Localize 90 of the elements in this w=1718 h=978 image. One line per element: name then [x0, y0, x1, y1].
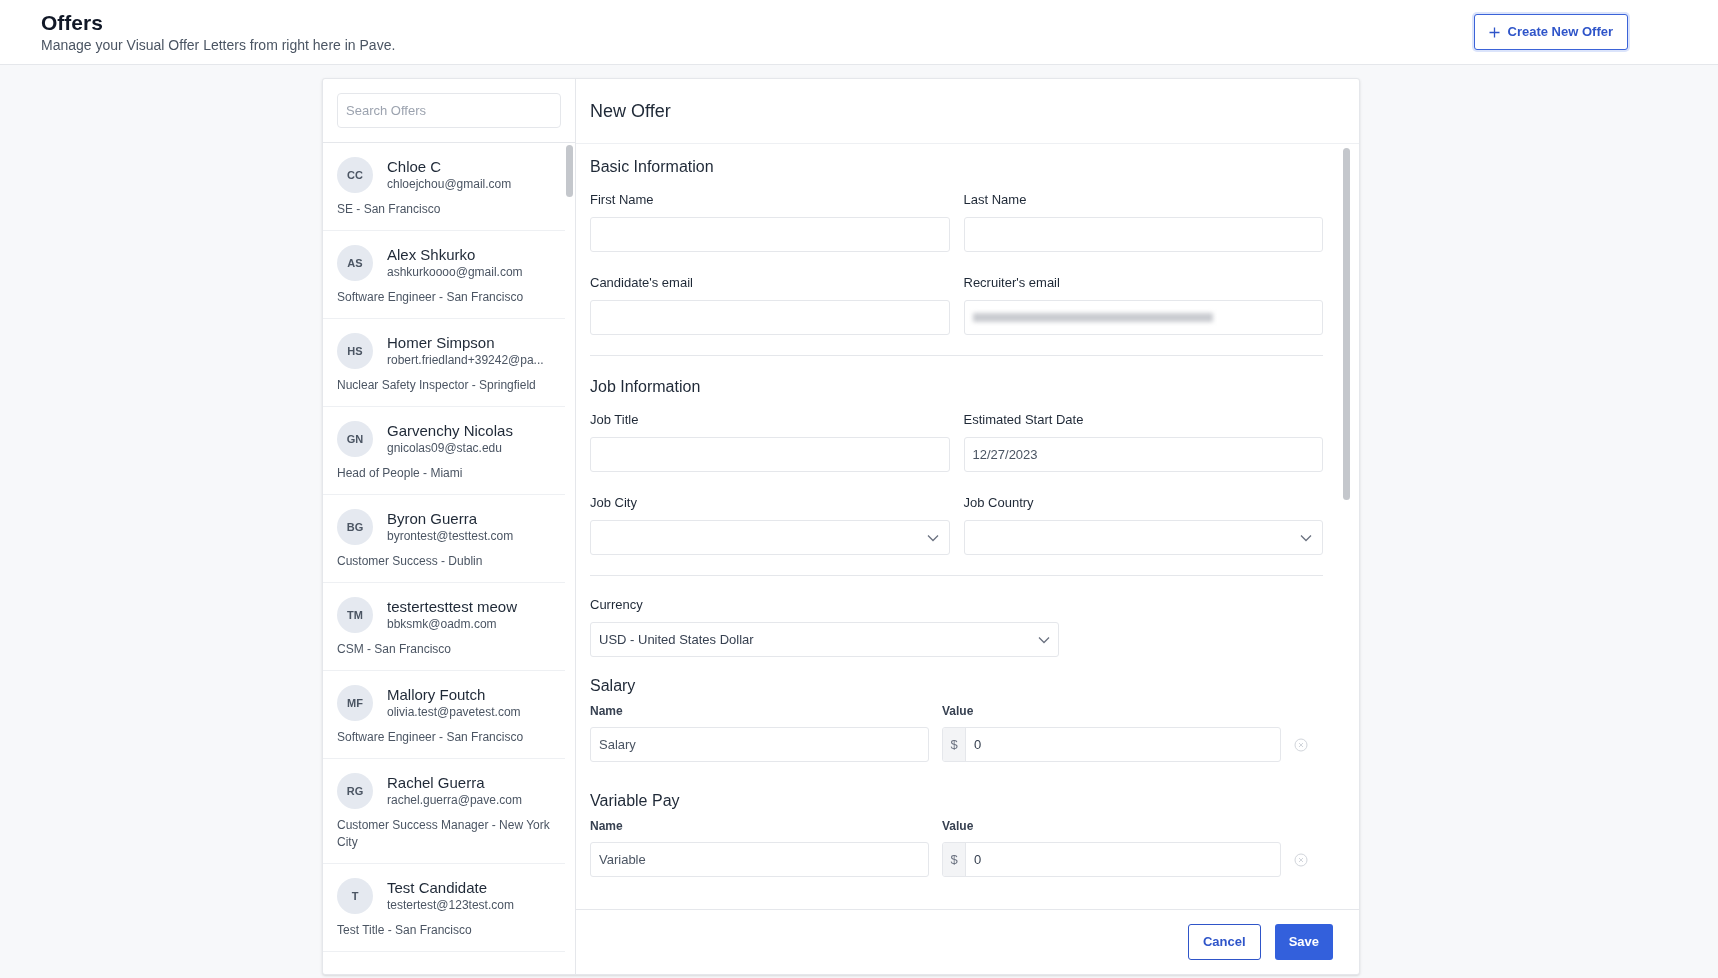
candidate-email: ashkurkoooo@gmail.com: [387, 263, 523, 281]
amount-field[interactable]: $ 0: [942, 842, 1281, 877]
candidate-role: Software Engineer - San Francisco: [337, 729, 525, 746]
field-label: Last Name: [963, 191, 1028, 209]
cancel-button[interactable]: Cancel: [1188, 924, 1261, 960]
avatar: T: [337, 878, 373, 914]
input-field[interactable]: [963, 217, 1323, 252]
input-field[interactable]: Variable: [590, 842, 929, 877]
candidate-name: Alex Shkurko: [387, 245, 477, 264]
field-label: Job City: [590, 494, 638, 512]
avatar: TM: [337, 597, 373, 633]
search-field[interactable]: Search Offers: [337, 93, 561, 128]
candidate-role: Nuclear Safety Inspector - Springfield: [337, 377, 537, 394]
avatar: BG: [337, 509, 373, 545]
input-field[interactable]: [590, 437, 950, 472]
offer-list-item[interactable]: TM testertesttest meow bbksmk@oadm.com CSM - San Francisco: [323, 583, 565, 671]
section-heading: Basic Information: [590, 157, 715, 177]
save-button[interactable]: Save: [1274, 924, 1333, 960]
candidate-role: Customer Success - Dublin: [337, 553, 484, 570]
candidate-email: testertest@123test.com: [387, 896, 514, 914]
candidate-name: Rachel Guerra: [387, 773, 486, 792]
field-label: Candidate's email: [590, 274, 694, 292]
offer-list-item[interactable]: CC Chloe C chloejchou@gmail.com SE - San Francisco: [323, 143, 565, 231]
amount-field[interactable]: $ 0: [942, 727, 1281, 762]
candidate-role: CSM - San Francisco: [337, 641, 453, 658]
field-label: Name: [590, 818, 624, 834]
candidate-email: robert.friedland+39242@pa...: [387, 351, 544, 369]
candidate-role: Head of People - Miami: [337, 465, 464, 482]
candidate-name: Test Candidate: [387, 878, 489, 897]
candidate-email: gnicolas09@stac.edu: [387, 439, 503, 457]
offer-list-item[interactable]: BG Byron Guerra byrontest@testtest.com Customer Success - Dublin: [323, 495, 565, 583]
section-heading: Job Information: [590, 377, 702, 397]
offer-list-item[interactable]: MF Mallory Foutch olivia.test@pavetest.com Software Engineer - San Francisco: [323, 671, 565, 759]
candidate-name: Mallory Foutch: [387, 685, 487, 704]
avatar: CC: [337, 157, 373, 193]
candidate-role: Customer Success Manager - New York City: [337, 817, 551, 851]
avatar: HS: [337, 333, 373, 369]
avatar: MF: [337, 685, 373, 721]
remove-icon[interactable]: [1294, 852, 1308, 867]
field-label: Job Title: [590, 411, 640, 429]
field-label: Recruiter's email: [963, 274, 1061, 292]
field-label: Job Country: [963, 494, 1035, 512]
offer-list-item[interactable]: HS Homer Simpson robert.friedland+39242@pa... Nuclear Safety Inspector - Springfield: [323, 319, 565, 407]
chevron-down-icon: [1038, 635, 1050, 644]
candidate-role: Test Title - San Francisco: [337, 922, 473, 939]
candidate-name: Byron Guerra: [387, 509, 479, 528]
candidate-name: testertesttest meow: [387, 597, 518, 616]
scrollbar-thumb[interactable]: [566, 145, 573, 197]
avatar: GN: [337, 421, 373, 457]
offer-list-item[interactable]: T Test Candidate testertest@123test.com Test Title - San Francisco: [323, 864, 565, 952]
avatar: AS: [337, 245, 373, 281]
page-title: Offers: [41, 10, 104, 36]
dropdown[interactable]: [963, 520, 1323, 555]
offer-list-item[interactable]: AS Alex Shkurko ashkurkoooo@gmail.com Software Engineer - San Francisco: [323, 231, 565, 319]
field-label: Value: [942, 818, 975, 834]
candidate-role: SE - San Francisco: [337, 201, 442, 218]
candidate-name: Homer Simpson: [387, 333, 496, 352]
offer-list-item[interactable]: GN Garvenchy Nicolas gnicolas09@stac.edu Head of People - Miami: [323, 407, 565, 495]
chevron-down-icon: [926, 533, 939, 542]
field-label: Name: [590, 703, 624, 719]
chevron-down-icon: [1300, 533, 1312, 542]
section-heading: Salary: [590, 676, 637, 696]
section-heading: Variable Pay: [590, 791, 681, 811]
candidate-email: chloejchou@gmail.com: [387, 175, 512, 193]
candidate-email: bbksmk@oadm.com: [387, 615, 498, 633]
candidate-email: byrontest@testtest.com: [387, 527, 514, 545]
candidate-name: Chloe C: [387, 157, 443, 176]
input-field[interactable]: [590, 217, 950, 252]
currency-dropdown[interactable]: USD - United States Dollar: [590, 622, 1059, 657]
input-field[interactable]: 12/27/2023: [963, 437, 1323, 472]
candidate-email: olivia.test@pavetest.com: [387, 703, 521, 721]
field-label: Estimated Start Date: [963, 411, 1085, 429]
dropdown[interactable]: [590, 520, 950, 555]
field-label: Value: [942, 703, 975, 719]
form-title: New Offer: [590, 99, 671, 123]
field-label: First Name: [590, 191, 655, 209]
create-offer-button[interactable]: Create New Offer: [1473, 14, 1628, 50]
candidate-email: rachel.guerra@pave.com: [387, 791, 522, 809]
offer-list-item[interactable]: RG Rachel Guerra rachel.guerra@pave.com Customer Success Manager - New York City: [323, 759, 565, 864]
avatar: RG: [337, 773, 373, 809]
remove-icon[interactable]: [1294, 737, 1308, 752]
input-field[interactable]: [590, 300, 950, 335]
input-field[interactable]: Salary: [590, 727, 929, 762]
scrollbar-thumb[interactable]: [1343, 148, 1350, 500]
page-subtitle: Manage your Visual Offer Letters from right here in Pave.: [41, 36, 396, 54]
candidate-role: Software Engineer - San Francisco: [337, 289, 525, 306]
field-label: Currency: [590, 596, 644, 614]
input-field[interactable]: [963, 300, 1323, 335]
plus-icon: [1488, 26, 1500, 38]
candidate-name: Garvenchy Nicolas: [387, 421, 513, 440]
